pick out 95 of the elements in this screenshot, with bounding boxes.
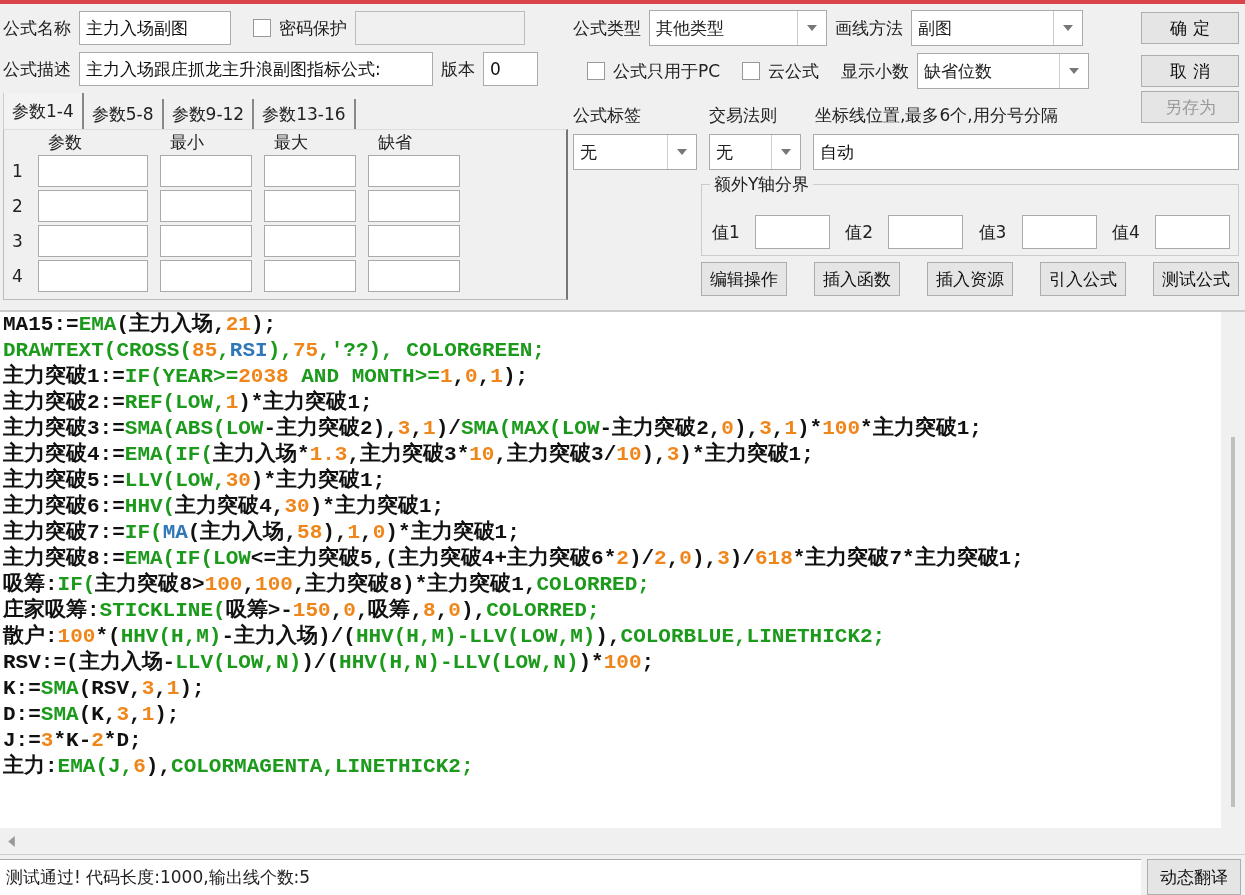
field-label: 值1: [712, 220, 740, 244]
input-field[interactable]: [160, 225, 252, 257]
input-field[interactable]: 主力入场跟庄抓龙主升浪副图指标公式:: [79, 52, 433, 86]
field-label: 画线方法: [835, 16, 903, 40]
dropdown[interactable]: 副图: [911, 10, 1083, 46]
code-line: 主力突破3:=SMA(ABS(LOW-主力突破2),3,1)/SMA(MAX(LOW-主力突破2,0),3,1)*100*主力突破1;: [3, 416, 983, 441]
toolbar-button[interactable]: 插入函数: [814, 262, 900, 296]
input-field[interactable]: [368, 260, 460, 292]
column-header: 最小: [169, 132, 205, 152]
column-header: 缺省: [377, 132, 413, 152]
input-field[interactable]: [264, 225, 356, 257]
field-label: 版本: [441, 57, 475, 81]
dropdown[interactable]: 无: [709, 134, 801, 170]
input-field[interactable]: [264, 155, 356, 187]
caret-icon: [807, 25, 817, 31]
left-arrow-icon[interactable]: [8, 835, 15, 847]
input-field[interactable]: [160, 155, 252, 187]
input-field[interactable]: [38, 260, 148, 292]
code-line: 主力突破8:=EMA(IF(LOW<=主力突破5,(主力突破4+主力突破6*2)/2,0),3)/618*主力突破7*主力突破1;: [3, 546, 1025, 571]
status-text: 测试通过! 代码长度:1000,输出线个数:5: [0, 859, 1141, 895]
code-line: K:=SMA(RSV,3,1);: [3, 676, 206, 702]
field-label: 坐标线位置,最多6个,用分号分隔: [815, 104, 1058, 127]
checkbox-label: 密码保护: [279, 16, 347, 40]
field-label: 公式类型: [573, 16, 641, 40]
checkbox[interactable]: [253, 19, 271, 37]
code-editor[interactable]: [0, 310, 1245, 828]
scrollbar-thumb[interactable]: [1231, 437, 1235, 807]
caret-icon: [1069, 68, 1080, 74]
field-label: 值3: [978, 220, 1007, 244]
code-line: 主力突破4:=EMA(IF(主力入场*1.3,主力突破3*10,主力突破3/10),3)*主力突破1;: [3, 442, 815, 467]
input-field[interactable]: 主力入场副图: [79, 11, 231, 45]
field-label: 值2: [845, 220, 874, 244]
code-line: 散户:100*(HHV(H,M)-主力入场)/(HHV(H,M)-LLV(LOW,M)),COLORBLUE,LINETHICK2;: [3, 624, 887, 649]
input-field[interactable]: 0: [483, 52, 538, 86]
field-label: 公式标签: [573, 104, 642, 127]
input-field[interactable]: [1154, 215, 1230, 249]
field-label: 值4: [1111, 220, 1140, 244]
dropdown[interactable]: 缺省位数: [917, 53, 1090, 89]
caret-icon: [781, 149, 791, 155]
code-line: MA15:=EMA(主力入场,21);: [3, 312, 278, 338]
group-title: 额外Y轴分界: [710, 173, 814, 196]
field-label: 显示小数: [841, 59, 910, 83]
code-line: 主力突破2:=REF(LOW,1)*主力突破1;: [3, 390, 374, 415]
input-field[interactable]: [264, 190, 356, 222]
code-line: RSV:=(主力入场-LLV(LOW,N))/(HHV(H,N)-LLV(LOW,N))*100;: [3, 650, 656, 676]
tab[interactable]: 参数1-4: [3, 93, 84, 129]
code-line: 吸筹:IF(主力突破8>100,100,主力突破8)*主力突破1,COLORRED;: [3, 572, 651, 598]
checkbox-label: 公式只用于PC: [613, 59, 721, 83]
checkbox[interactable]: [742, 62, 761, 80]
column-header: 最大: [273, 132, 309, 152]
row-number: 2: [12, 196, 24, 216]
code-line: 主力突破7:=IF(MA(主力入场,58),1,0)*主力突破1;: [3, 520, 521, 545]
toolbar-button[interactable]: 编辑操作: [701, 262, 787, 296]
toolbar-button[interactable]: 测试公式: [1153, 262, 1239, 296]
row-number: 4: [12, 266, 24, 286]
column-header: 参数: [47, 132, 83, 152]
code-line: 主力突破6:=HHV(主力突破4,30)*主力突破1;: [3, 494, 446, 519]
input-field[interactable]: [755, 215, 831, 249]
code-line: DRAWTEXT(CROSS(85,RSI),75,'??), COLORGREEN;: [3, 338, 546, 363]
field-label: 公式描述: [3, 57, 71, 81]
dropdown[interactable]: 无: [573, 134, 697, 170]
caret-icon: [1063, 25, 1073, 31]
translate-button[interactable]: 动态翻译: [1147, 859, 1241, 895]
input-field[interactable]: [38, 190, 148, 222]
input-field[interactable]: [355, 11, 525, 45]
row-number: 3: [12, 231, 24, 251]
input-field[interactable]: [368, 190, 460, 222]
code-line: 主力突破5:=LLV(LOW,30)*主力突破1;: [3, 468, 387, 493]
checkbox-label: 云公式: [768, 59, 820, 83]
toolbar-button[interactable]: 引入公式: [1040, 262, 1126, 296]
input-field[interactable]: [368, 155, 460, 187]
input-field[interactable]: [38, 155, 148, 187]
field-label: 公式名称: [3, 16, 71, 40]
cancel-button[interactable]: 取 消: [1141, 55, 1239, 87]
dropdown[interactable]: 其他类型: [649, 10, 827, 46]
toolbar-button[interactable]: 插入资源: [927, 262, 1013, 296]
input-field[interactable]: [368, 225, 460, 257]
ok-button[interactable]: 确 定: [1141, 12, 1239, 44]
caret-icon: [677, 149, 687, 155]
input-field[interactable]: [160, 190, 252, 222]
input-field[interactable]: [38, 225, 148, 257]
input-field[interactable]: [1021, 215, 1097, 249]
input-field[interactable]: [888, 215, 964, 249]
checkbox[interactable]: [587, 62, 605, 80]
field-label: 交易法则: [709, 104, 778, 127]
code-line: J:=3*K-2*D;: [3, 728, 143, 753]
input-field[interactable]: [264, 260, 356, 292]
code-line: 主力:EMA(J,6),COLORMAGENTA,LINETHICK2;: [3, 754, 475, 780]
row-number: 1: [12, 161, 24, 181]
code-line: D:=SMA(K,3,1);: [3, 702, 181, 728]
input-field[interactable]: 自动: [813, 134, 1239, 170]
code-line: 主力突破1:=IF(YEAR>=2038 AND MONTH>=1,0,1);: [3, 364, 530, 389]
code-line: 庄家吸筹:STICKLINE(吸筹>-150,0,吸筹,8,0),COLORRED;: [3, 598, 601, 623]
scrollbar[interactable]: [1221, 312, 1245, 828]
input-field[interactable]: [160, 260, 252, 292]
